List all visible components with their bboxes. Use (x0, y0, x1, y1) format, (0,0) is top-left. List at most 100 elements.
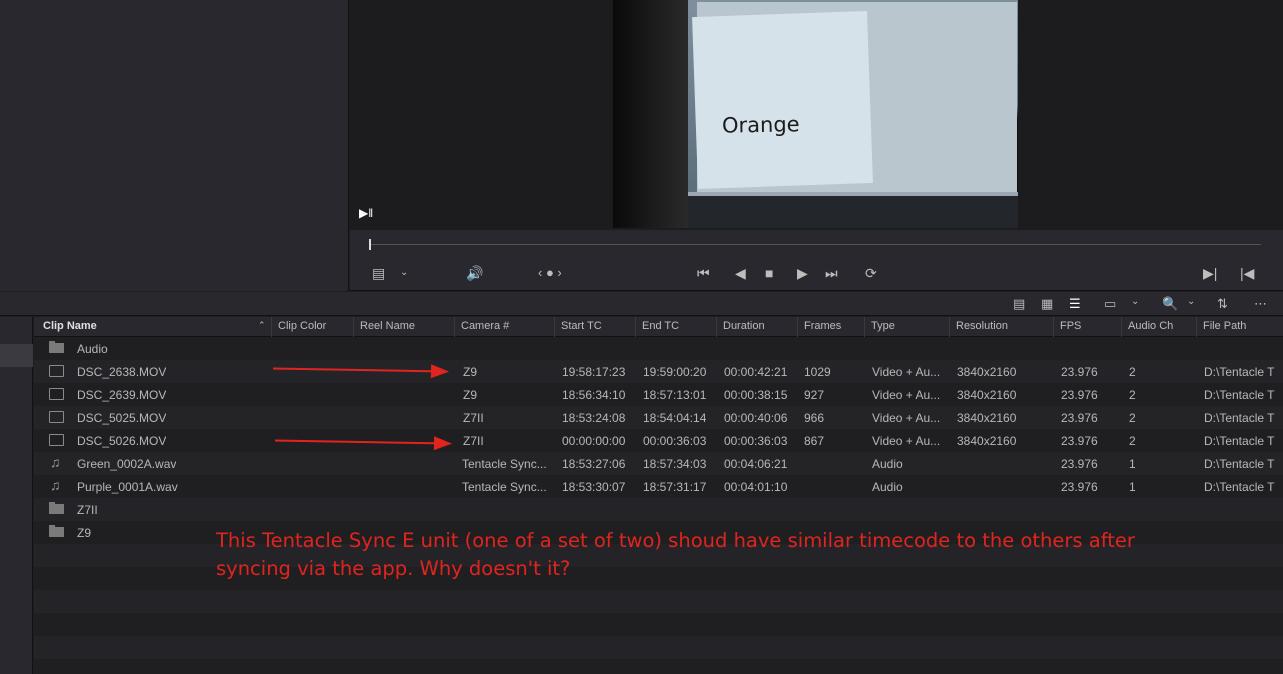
camera-number: Z9 (463, 365, 478, 379)
end-tc: 00:00:36:03 (643, 434, 707, 448)
column-header-resolution[interactable]: Resolution (956, 320, 1008, 332)
table-row[interactable]: DSC_2639.MOV Z9 18:56:34:10 18:57:13:01 … (34, 383, 1283, 406)
column-header-reel-name[interactable]: Reel Name (360, 320, 415, 332)
folder-icon (49, 502, 64, 514)
column-header-audio-ch[interactable]: Audio Ch (1128, 320, 1173, 332)
duration: 00:04:06:21 (724, 457, 788, 471)
mark-in-icon[interactable]: ▶| (1203, 265, 1217, 281)
folder-icon (49, 341, 64, 353)
column-header-start-tc[interactable]: Start TC (561, 320, 602, 332)
table-row[interactable]: DSC_2638.MOV Z9 19:58:17:23 19:59:00:20 … (34, 360, 1283, 383)
video-frame: Orange (613, 0, 1018, 228)
jump-to-end-icon[interactable]: ⏭ (825, 265, 838, 281)
table-row[interactable]: Z7II (34, 498, 1283, 521)
fps: 23.976 (1061, 411, 1098, 425)
clip-list-table: Clip Name ⌃ Clip Color Reel Name Camera … (34, 317, 1283, 674)
fps: 23.976 (1061, 457, 1098, 471)
stop-icon[interactable]: ■ (765, 265, 773, 281)
duration: 00:00:36:03 (724, 434, 788, 448)
video-text: Orange (721, 112, 800, 138)
start-tc: 18:53:27:06 (562, 457, 626, 471)
type: Video + Au... (872, 388, 941, 402)
resolution: 3840x2160 (957, 434, 1017, 448)
frames: 1029 (804, 365, 831, 379)
scrubber-track[interactable] (370, 244, 1261, 245)
list-view-icon[interactable]: ☰ (1069, 296, 1081, 312)
file-path: D:\Tentacle T (1204, 365, 1275, 379)
camera-number: Tentacle Sync... (462, 457, 547, 471)
table-row[interactable]: Audio (34, 337, 1283, 360)
column-header-frames[interactable]: Frames (804, 320, 841, 332)
column-header-fps[interactable]: FPS (1060, 320, 1081, 332)
metadata-view-icon[interactable]: ▤ (1013, 296, 1025, 312)
chevron-down-icon[interactable]: ⌄ (400, 265, 408, 281)
column-header-clip-color[interactable]: Clip Color (278, 320, 326, 332)
paper-on-screen (692, 10, 873, 190)
folder-icon (49, 525, 64, 537)
audio-ch: 1 (1129, 457, 1136, 471)
end-tc: 18:57:13:01 (643, 388, 707, 402)
play-icon[interactable]: ▶ (797, 265, 808, 281)
empty-row (34, 636, 1283, 659)
column-header-camera[interactable]: Camera # (461, 320, 509, 332)
start-tc: 18:56:34:10 (562, 388, 626, 402)
clip-name: DSC_2639.MOV (77, 388, 167, 402)
chevron-down-icon[interactable]: ⌄ (1187, 296, 1195, 307)
audio-icon: ♫ (50, 477, 61, 493)
sort-ascending-icon: ⌃ (258, 320, 266, 330)
volume-icon[interactable]: 🔊 (466, 265, 483, 281)
duration: 00:00:40:06 (724, 411, 788, 425)
loop-icon[interactable]: ⟳ (865, 265, 877, 281)
mark-out-icon[interactable]: |◀ (1240, 265, 1254, 281)
clip-icon (49, 434, 64, 446)
duration: 00:00:42:21 (724, 365, 788, 379)
viewer-size-icon[interactable]: ▭ (1104, 296, 1116, 312)
search-icon[interactable]: 🔍 (1162, 296, 1178, 312)
clip-name: Z7II (77, 503, 98, 517)
playhead[interactable] (369, 239, 371, 250)
clip-icon (49, 365, 64, 377)
table-row[interactable]: DSC_5025.MOV Z7II 18:53:24:08 18:54:04:1… (34, 406, 1283, 429)
fps: 23.976 (1061, 388, 1098, 402)
audio-ch: 2 (1129, 365, 1136, 379)
clip-name: Z9 (77, 526, 92, 540)
table-row[interactable]: ♫ Purple_0001A.wav Tentacle Sync... 18:5… (34, 475, 1283, 498)
column-header-end-tc[interactable]: End TC (642, 320, 679, 332)
clip-name: Purple_0001A.wav (77, 480, 178, 494)
audio-ch: 2 (1129, 434, 1136, 448)
play-selection-icon[interactable]: ▶‖ (359, 206, 373, 220)
clip-name: DSC_5026.MOV (77, 434, 167, 448)
chevron-down-icon[interactable]: ⌄ (1131, 296, 1139, 307)
end-tc: 18:57:31:17 (643, 480, 707, 494)
camera-number: Z7II (463, 434, 484, 448)
duration: 00:04:01:10 (724, 480, 788, 494)
file-path: D:\Tentacle T (1204, 411, 1275, 425)
frames: 966 (804, 411, 825, 425)
column-header-duration[interactable]: Duration (723, 320, 765, 332)
table-header: Clip Name ⌃ Clip Color Reel Name Camera … (34, 317, 1283, 337)
empty-row (34, 590, 1283, 613)
clip-name: DSC_2638.MOV (77, 365, 167, 379)
table-row[interactable]: DSC_5026.MOV Z7II 00:00:00:00 00:00:36:0… (34, 429, 1283, 452)
file-path: D:\Tentacle T (1204, 388, 1275, 402)
end-tc: 18:57:34:03 (643, 457, 707, 471)
thumbnail-view-icon[interactable]: ▦ (1041, 296, 1053, 312)
resolution: 3840x2160 (957, 388, 1017, 402)
play-reverse-icon[interactable]: ◀ (735, 265, 746, 281)
more-options-icon[interactable]: ⋯ (1254, 296, 1267, 312)
column-header-file-path[interactable]: File Path (1203, 320, 1246, 332)
column-header-clip-name[interactable]: Clip Name (43, 320, 97, 332)
sort-icon[interactable]: ⇅ (1217, 296, 1228, 312)
type: Video + Au... (872, 411, 941, 425)
clip-view-icon[interactable]: ▤ (372, 265, 385, 281)
transport-bar: ▤ ⌄ 🔊 ‹ ● › ⏮ ◀ ■ ▶ ⏭ ⟳ ▶| |◀ (350, 230, 1283, 291)
audio-icon: ♫ (50, 454, 61, 470)
start-tc: 19:58:17:23 (562, 365, 626, 379)
selected-bin[interactable] (0, 344, 33, 367)
fps: 23.976 (1061, 365, 1098, 379)
camera-number: Z9 (463, 388, 478, 402)
jump-to-start-icon[interactable]: ⏮ (697, 265, 710, 281)
jog-control-icon[interactable]: ‹ ● › (538, 265, 562, 281)
column-header-type[interactable]: Type (871, 320, 895, 332)
table-row[interactable]: ♫ Green_0002A.wav Tentacle Sync... 18:53… (34, 452, 1283, 475)
